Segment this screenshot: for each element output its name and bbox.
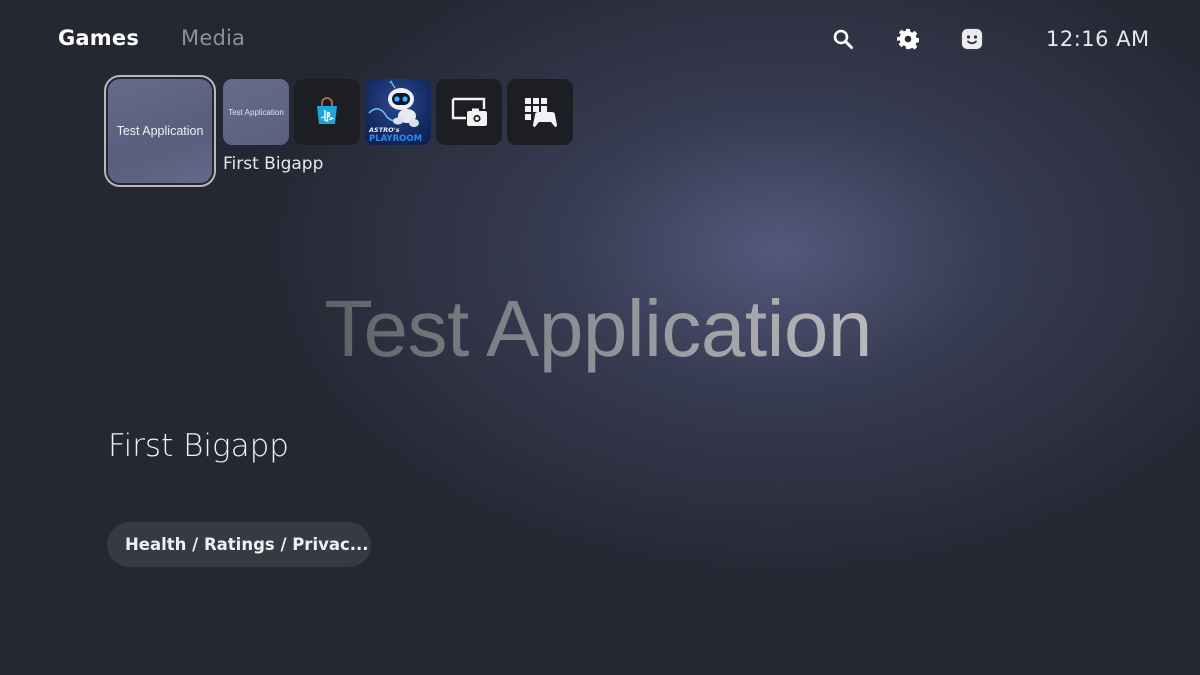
search-icon [833,29,853,49]
hero-title-art: Test Application [324,284,872,373]
profile-avatar-icon [960,27,984,51]
selected-tile-caption: First Bigapp [223,154,324,174]
game-title: First Bigapp [108,428,289,464]
tile-test-application-selected[interactable]: Test Application [104,75,216,187]
tile-astros-playroom[interactable]: ASTRO's PLAYROOM [365,79,431,145]
tile-game-library[interactable] [507,79,573,145]
search-button[interactable] [830,26,856,52]
profile-button[interactable] [959,26,985,52]
astro-logo-top: ASTRO's [368,126,400,134]
tile-label: Test Application [228,107,284,117]
tab-media[interactable]: Media [181,26,245,50]
game-library-icon [525,98,557,127]
capture-gallery-icon [451,97,487,126]
clock: 12:16 AM [1046,27,1150,51]
tile-media-gallery[interactable] [436,79,502,145]
astro-bot-art-icon: ASTRO's PLAYROOM [368,80,422,144]
store-bag-icon [317,97,337,124]
tile-label: Test Application [108,79,212,183]
gear-icon [897,28,919,50]
tile-playstation-store[interactable] [294,79,360,145]
tile-test-application[interactable]: Test Application [223,79,289,145]
health-ratings-privacy-button[interactable]: Health / Ratings / Privac... [107,522,371,567]
settings-button[interactable] [895,26,921,52]
astro-logo-bottom: PLAYROOM [369,134,422,144]
tab-games[interactable]: Games [58,26,139,50]
